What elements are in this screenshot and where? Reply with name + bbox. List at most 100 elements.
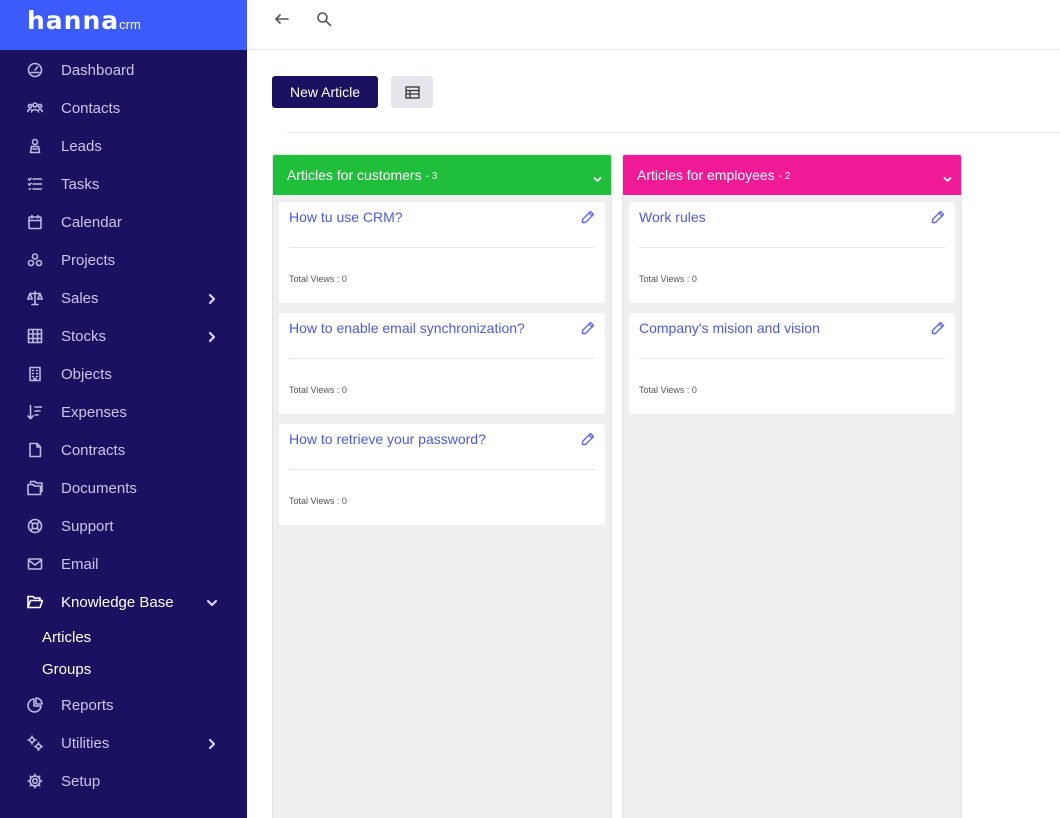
search-icon[interactable]: [315, 10, 333, 28]
sidebar-subitem-articles[interactable]: Articles: [0, 621, 247, 653]
article-title-link[interactable]: How tu use CRM?: [289, 209, 403, 225]
sidebar-item-label: Support: [61, 517, 114, 535]
table-view-icon: [404, 85, 420, 99]
total-views: Total Views : 0: [289, 274, 347, 284]
article-title-link[interactable]: Company's mision and vision: [639, 320, 820, 336]
group-title: Articles for employees: [637, 167, 775, 183]
brand-name: hanna: [27, 6, 120, 35]
sidebar-item-tasks[interactable]: Tasks: [0, 165, 247, 203]
article-card: Work rules Total Views : 0: [629, 202, 955, 303]
sidebar-item-label: Sales: [61, 289, 99, 307]
sidebar-nav: Dashboard Contacts Leads Tasks Calendar …: [0, 50, 247, 621]
group-title: Articles for customers: [287, 167, 422, 183]
sidebar-item-label: Calendar: [61, 213, 122, 231]
total-views: Total Views : 0: [639, 385, 697, 395]
total-views: Total Views : 0: [639, 274, 697, 284]
sidebar-item-label: Dashboard: [61, 61, 135, 79]
sidebar-item-expenses[interactable]: Expenses: [0, 393, 247, 431]
utilities-icon: [26, 734, 44, 752]
chevron-down-icon: [943, 171, 952, 182]
documents-icon: [26, 479, 44, 497]
sidebar-item-label: Expenses: [61, 403, 127, 421]
article-title-link[interactable]: How to retrieve your password?: [289, 431, 486, 447]
sidebar-item-contacts[interactable]: Contacts: [0, 89, 247, 127]
article-title-link[interactable]: How to enable email synchronization?: [289, 320, 525, 336]
article-title-link[interactable]: Work rules: [639, 209, 706, 225]
toolbar-divider: [287, 132, 1060, 133]
card-divider: [289, 358, 595, 359]
contacts-icon: [26, 99, 44, 117]
knowledge-base-subnav: Articles Groups: [0, 621, 247, 685]
article-card: How to retrieve your password? Total Vie…: [279, 424, 605, 525]
sidebar-item-support[interactable]: Support: [0, 507, 247, 545]
reports-icon: [26, 696, 44, 714]
sidebar-item-label: Tasks: [61, 175, 100, 193]
card-divider: [289, 247, 595, 248]
knowledge-base-icon: [26, 593, 44, 611]
sidebar-item-label: Leads: [61, 137, 102, 155]
leads-icon: [26, 137, 44, 155]
expenses-icon: [26, 403, 44, 421]
sidebar-item-dashboard[interactable]: Dashboard: [0, 51, 247, 89]
total-views: Total Views : 0: [289, 385, 347, 395]
calendar-icon: [26, 213, 44, 231]
sidebar-item-label: Objects: [61, 365, 112, 383]
support-icon: [26, 517, 44, 535]
group-header-employees[interactable]: Articles for employees - 2: [623, 155, 961, 195]
sidebar-item-label: Setup: [61, 772, 101, 790]
pencil-icon[interactable]: [931, 321, 945, 335]
brand-sub: crm: [119, 17, 141, 32]
pencil-icon[interactable]: [581, 432, 595, 446]
total-views: Total Views : 0: [289, 496, 347, 506]
pencil-icon[interactable]: [581, 210, 595, 224]
group-column-customers: Articles for customers - 3 How tu use CR…: [272, 154, 612, 818]
sidebar-item-label: Knowledge Base: [61, 593, 174, 611]
sidebar-subitem-groups[interactable]: Groups: [0, 653, 247, 685]
group-column-employees: Articles for employees - 2 Work rules To…: [622, 154, 962, 818]
new-article-button[interactable]: New Article: [272, 76, 378, 108]
sidebar-item-leads[interactable]: Leads: [0, 127, 247, 165]
back-arrow-icon[interactable]: [273, 10, 291, 28]
sidebar-item-contracts[interactable]: Contracts: [0, 431, 247, 469]
projects-icon: [26, 251, 44, 269]
group-header-customers[interactable]: Articles for customers - 3: [273, 155, 611, 195]
sidebar-item-label: Utilities: [61, 734, 110, 752]
sidebar-item-reports[interactable]: Reports: [0, 686, 247, 724]
sidebar-item-label: Documents: [61, 479, 137, 497]
sidebar-item-label: Reports: [61, 696, 114, 714]
pencil-icon[interactable]: [581, 321, 595, 335]
sidebar-item-utilities[interactable]: Utilities: [0, 724, 247, 762]
sidebar-item-objects[interactable]: Objects: [0, 355, 247, 393]
sidebar-item-label: Contacts: [61, 99, 121, 117]
article-card: Company's mision and vision Total Views …: [629, 313, 955, 414]
tasks-icon: [26, 175, 44, 193]
card-divider: [639, 358, 945, 359]
sidebar-item-email[interactable]: Email: [0, 545, 247, 583]
sales-icon: [26, 289, 44, 307]
article-card: How tu use CRM? Total Views : 0: [279, 202, 605, 303]
sidebar-item-stocks[interactable]: Stocks: [0, 317, 247, 355]
card-divider: [639, 247, 945, 248]
sidebar-item-sales[interactable]: Sales: [0, 279, 247, 317]
group-count: - 3: [425, 171, 438, 182]
chevron-right-icon: [206, 330, 218, 343]
setup-icon: [26, 772, 44, 790]
sidebar-nav-lower: Reports Utilities Setup: [0, 685, 247, 800]
contracts-icon: [26, 441, 44, 459]
card-divider: [289, 469, 595, 470]
app-logo[interactable]: hannacrm: [0, 0, 247, 50]
sidebar-item-projects[interactable]: Projects: [0, 241, 247, 279]
sidebar-item-label: Contracts: [61, 441, 126, 459]
sidebar-item-label: Projects: [61, 251, 116, 269]
sidebar-item-label: Stocks: [61, 327, 107, 345]
pencil-icon[interactable]: [931, 210, 945, 224]
article-card: How to enable email synchronization? Tot…: [279, 313, 605, 414]
sidebar-item-documents[interactable]: Documents: [0, 469, 247, 507]
sidebar-item-knowledge-base[interactable]: Knowledge Base: [0, 583, 247, 621]
chevron-right-icon: [206, 737, 218, 750]
dashboard-icon: [26, 61, 44, 79]
stocks-icon: [26, 327, 44, 345]
sidebar-item-calendar[interactable]: Calendar: [0, 203, 247, 241]
table-view-button[interactable]: [391, 76, 433, 108]
sidebar-item-setup[interactable]: Setup: [0, 762, 247, 800]
